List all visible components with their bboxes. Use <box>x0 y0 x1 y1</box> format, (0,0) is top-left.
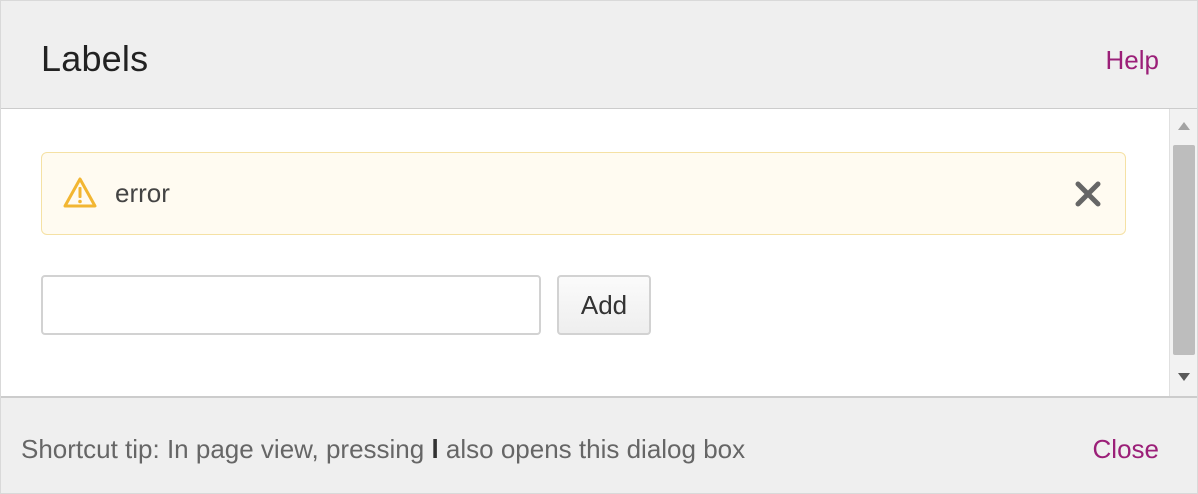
shortcut-tip: Shortcut tip: In page view, pressing l a… <box>21 434 745 464</box>
alert-message: error <box>115 178 170 208</box>
dialog-body: error Add <box>1 109 1197 396</box>
label-input[interactable] <box>41 275 541 335</box>
error-alert: error <box>41 152 1126 235</box>
shortcut-tip-prefix: Shortcut tip: In page view, pressing <box>21 434 432 464</box>
help-link[interactable]: Help <box>1106 45 1159 75</box>
add-button[interactable]: Add <box>557 275 651 335</box>
dialog-header: Labels Help <box>1 1 1197 109</box>
warning-icon <box>63 177 97 208</box>
scroll-up-arrow-icon[interactable] <box>1178 122 1190 130</box>
vertical-scrollbar[interactable] <box>1169 109 1197 396</box>
scrollbar-thumb[interactable] <box>1173 145 1195 355</box>
close-icon[interactable] <box>1073 179 1103 209</box>
dialog-footer: Shortcut tip: In page view, pressing l a… <box>1 396 1197 493</box>
shortcut-tip-suffix: also opens this dialog box <box>438 434 746 464</box>
labels-dialog: Labels Help error Add Shortcut tip: In p… <box>0 0 1198 494</box>
dialog-title: Labels <box>41 38 149 79</box>
close-link[interactable]: Close <box>1093 434 1159 464</box>
scroll-down-arrow-icon[interactable] <box>1178 373 1190 381</box>
shortcut-key: l <box>431 434 439 464</box>
